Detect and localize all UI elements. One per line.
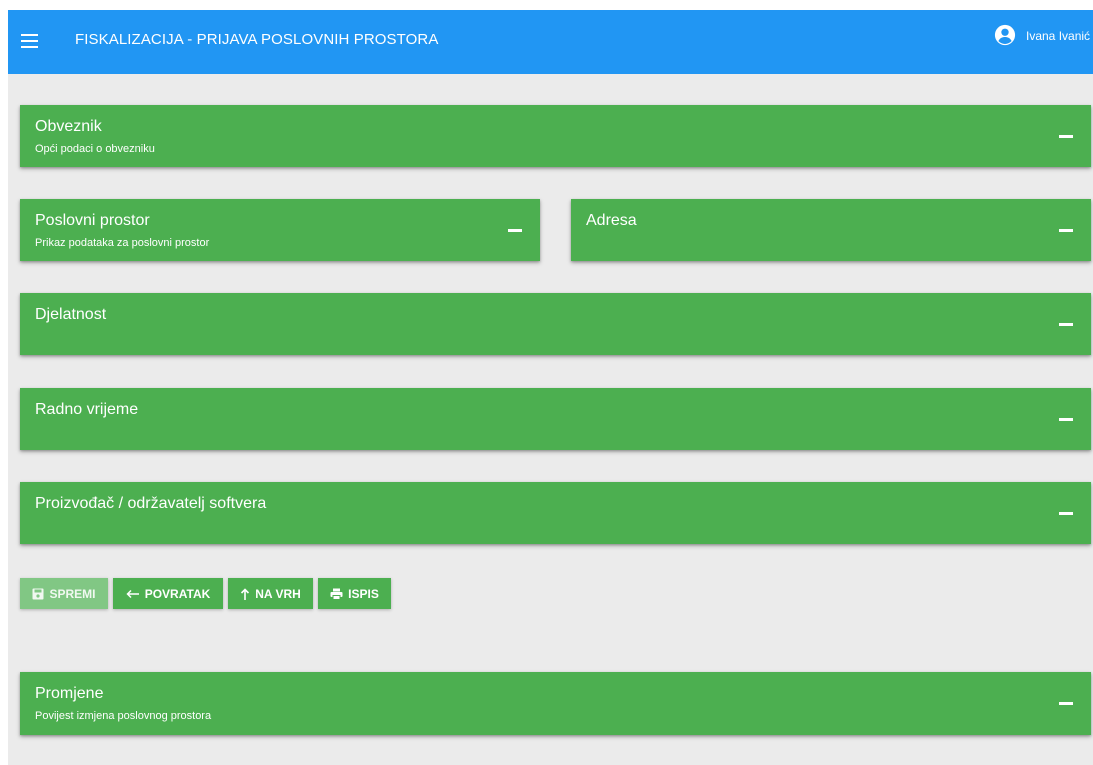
save-label: SPREMI <box>49 586 96 601</box>
return-arrow-icon <box>126 589 140 599</box>
app-frame: FISKALIZACIJA - PRIJAVA POSLOVNIH PROSTO… <box>8 10 1093 765</box>
minus-icon[interactable] <box>508 229 522 232</box>
panel-djelatnost[interactable]: Djelatnost <box>20 293 1091 355</box>
minus-icon[interactable] <box>1059 702 1073 705</box>
account-circle-icon <box>994 24 1016 46</box>
minus-icon[interactable] <box>1059 135 1073 138</box>
top-label: NA VRH <box>255 586 301 601</box>
print-icon <box>330 588 343 600</box>
arrow-up-icon <box>240 587 250 600</box>
save-button[interactable]: SPREMI <box>20 578 108 609</box>
panel-title: Obveznik <box>35 118 102 135</box>
minus-icon[interactable] <box>1059 323 1073 326</box>
panel-title: Proizvođač / održavatelj softvera <box>35 495 267 512</box>
panel-title: Promjene <box>35 685 104 702</box>
page-title: FISKALIZACIJA - PRIJAVA POSLOVNIH PROSTO… <box>75 31 439 48</box>
hamburger-icon[interactable] <box>18 30 44 52</box>
panel-subtitle: Povijest izmjena poslovnog prostora <box>35 710 212 722</box>
panel-title: Adresa <box>586 212 637 229</box>
panel-subtitle: Opći podaci o obvezniku <box>35 143 155 155</box>
user-name: Ivana Ivanić <box>1026 29 1091 43</box>
minus-icon[interactable] <box>1059 418 1073 421</box>
panel-obveznik[interactable]: Obveznik Opći podaci o obvezniku <box>20 105 1091 167</box>
back-label: POVRATAK <box>144 586 211 601</box>
panel-promjene[interactable]: Promjene Povijest izmjena poslovnog pros… <box>20 672 1091 735</box>
panel-radno-vrijeme[interactable]: Radno vrijeme <box>20 388 1091 450</box>
panel-subtitle: Prikaz podataka za poslovni prostor <box>35 237 210 249</box>
panel-title: Poslovni prostor <box>35 212 150 229</box>
panel-title: Djelatnost <box>35 306 107 323</box>
print-label: ISPIS <box>348 586 379 601</box>
top-button[interactable]: NA VRH <box>228 578 313 609</box>
panel-poslovni-prostor[interactable]: Poslovni prostor Prikaz podataka za posl… <box>20 199 540 261</box>
panel-softver[interactable]: Proizvođač / održavatelj softvera <box>20 482 1091 544</box>
top-app-bar: FISKALIZACIJA - PRIJAVA POSLOVNIH PROSTO… <box>8 10 1093 74</box>
minus-icon[interactable] <box>1059 229 1073 232</box>
back-button[interactable]: POVRATAK <box>113 578 223 609</box>
minus-icon[interactable] <box>1059 512 1073 515</box>
panel-title: Radno vrijeme <box>35 401 139 418</box>
print-button[interactable]: ISPIS <box>318 578 391 609</box>
panel-adresa[interactable]: Adresa <box>571 199 1091 261</box>
save-icon <box>32 588 44 600</box>
